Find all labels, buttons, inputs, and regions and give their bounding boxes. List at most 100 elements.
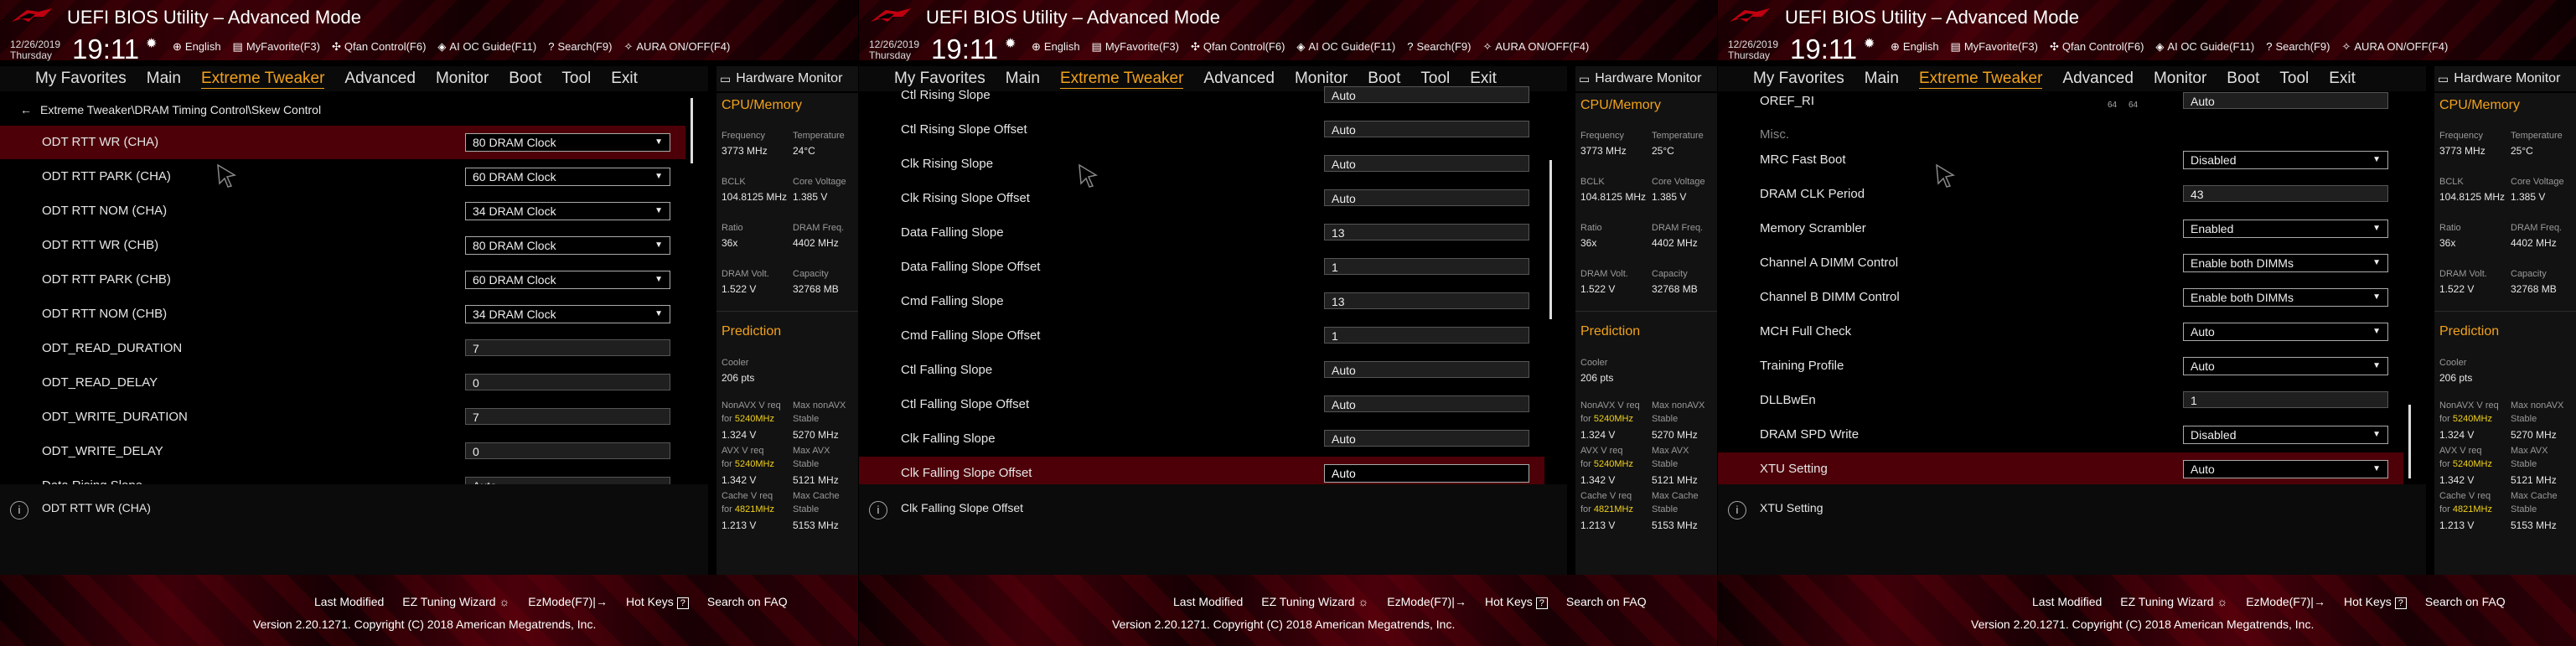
- aura-button[interactable]: ✧ AURA ON/OFF(F4): [623, 40, 730, 54]
- myfavorite-button[interactable]: ▤ MyFavorite(F3): [1092, 40, 1179, 54]
- setting-row[interactable]: MCH Full Check Auto ▼: [1718, 315, 2403, 349]
- setting-input[interactable]: Auto: [1324, 464, 1529, 483]
- setting-dropdown[interactable]: 80 DRAM Clock ▼: [465, 236, 670, 255]
- setting-row[interactable]: Training Profile Auto ▼: [1718, 349, 2403, 383]
- setting-row[interactable]: Clk Rising Slope Auto: [859, 147, 1544, 181]
- breadcrumb[interactable]: ← Extreme Tweaker\DRAM Timing Control\Ske…: [20, 103, 321, 116]
- setting-input[interactable]: Auto: [2183, 92, 2388, 109]
- scrollbar[interactable]: [1549, 160, 1552, 319]
- setting-row[interactable]: Data Falling Slope Offset 1: [859, 251, 1544, 284]
- setting-input[interactable]: 1: [2183, 391, 2388, 408]
- setting-dropdown[interactable]: 80 DRAM Clock ▼: [465, 133, 670, 152]
- myfavorite-button[interactable]: ▤ MyFavorite(F3): [1951, 40, 2038, 54]
- gear-icon[interactable]: ✹: [146, 35, 157, 52]
- setting-row[interactable]: Clk Falling Slope Auto: [859, 422, 1544, 456]
- ez-tuning-wizard-button[interactable]: EZ Tuning Wizard ☼: [402, 595, 510, 609]
- setting-dropdown[interactable]: Auto ▼: [2183, 460, 2388, 478]
- tab-advanced[interactable]: Advanced: [344, 70, 416, 88]
- setting-dropdown[interactable]: Auto ▼: [2183, 323, 2388, 341]
- ezmode-button[interactable]: EzMode(F7)|→: [2246, 595, 2325, 609]
- back-arrow-icon[interactable]: ←: [20, 103, 32, 116]
- setting-row[interactable]: XTU Setting Auto ▼: [1718, 452, 2403, 486]
- search-button[interactable]: ? Search(F9): [2266, 40, 2330, 54]
- setting-input[interactable]: Auto: [1324, 189, 1529, 206]
- setting-dropdown[interactable]: Disabled ▼: [2183, 426, 2388, 444]
- setting-row[interactable]: OREF_RI 64 64 Auto: [1718, 85, 2403, 118]
- last-modified-button[interactable]: Last Modified: [314, 595, 384, 609]
- setting-row[interactable]: DRAM SPD Write Disabled ▼: [1718, 418, 2403, 452]
- setting-row[interactable]: Ctl Falling Slope Auto: [859, 354, 1544, 387]
- setting-input[interactable]: Auto: [1324, 86, 1529, 103]
- setting-input[interactable]: 13: [1324, 292, 1529, 309]
- setting-row[interactable]: ODT RTT NOM (CHA) 34 DRAM Clock ▼: [0, 194, 685, 228]
- setting-input[interactable]: 1: [1324, 258, 1529, 275]
- search-faq-button[interactable]: Search on FAQ: [707, 595, 788, 609]
- setting-row[interactable]: ODT RTT WR (CHB) 80 DRAM Clock ▼: [0, 229, 685, 262]
- setting-dropdown[interactable]: Disabled ▼: [2183, 151, 2388, 169]
- setting-dropdown[interactable]: Enabled ▼: [2183, 220, 2388, 238]
- setting-row[interactable]: ODT RTT PARK (CHB) 60 DRAM Clock ▼: [0, 263, 685, 297]
- setting-row[interactable]: Channel B DIMM Control Enable both DIMMs ▼: [1718, 281, 2403, 314]
- setting-row[interactable]: ODT_WRITE_DELAY 0: [0, 435, 685, 468]
- ez-tuning-wizard-button[interactable]: EZ Tuning Wizard ☼: [1261, 595, 1368, 609]
- setting-input[interactable]: Auto: [1324, 395, 1529, 412]
- tab-boot[interactable]: Boot: [509, 70, 541, 88]
- setting-input[interactable]: 1: [1324, 327, 1529, 344]
- setting-dropdown[interactable]: 60 DRAM Clock ▼: [465, 168, 670, 186]
- search-faq-button[interactable]: Search on FAQ: [1566, 595, 1647, 609]
- setting-dropdown[interactable]: Enable both DIMMs ▼: [2183, 254, 2388, 272]
- aura-button[interactable]: ✧ AURA ON/OFF(F4): [2341, 40, 2448, 54]
- setting-row[interactable]: Data Falling Slope 13: [859, 216, 1544, 250]
- last-modified-button[interactable]: Last Modified: [1173, 595, 1243, 609]
- setting-dropdown[interactable]: 34 DRAM Clock ▼: [465, 305, 670, 323]
- ai-oc-guide-button[interactable]: ◈ AI OC Guide(F11): [2155, 40, 2254, 54]
- myfavorite-button[interactable]: ▤ MyFavorite(F3): [233, 40, 320, 54]
- qfan-control-button[interactable]: ✣ Qfan Control(F6): [2050, 40, 2144, 54]
- setting-row[interactable]: Cmd Falling Slope Offset 1: [859, 319, 1544, 353]
- setting-row[interactable]: Cmd Falling Slope 13: [859, 285, 1544, 318]
- hot-keys-button[interactable]: Hot Keys?: [1485, 595, 1548, 609]
- setting-row[interactable]: ODT RTT PARK (CHA) 60 DRAM Clock ▼: [0, 160, 685, 194]
- setting-input[interactable]: Auto: [1324, 430, 1529, 447]
- scrollbar[interactable]: [2408, 405, 2411, 478]
- setting-row[interactable]: ODT_WRITE_DURATION 7: [0, 401, 685, 434]
- aura-button[interactable]: ✧ AURA ON/OFF(F4): [1482, 40, 1589, 54]
- hot-keys-button[interactable]: Hot Keys?: [2344, 595, 2407, 609]
- qfan-control-button[interactable]: ✣ Qfan Control(F6): [1191, 40, 1285, 54]
- setting-input[interactable]: 13: [1324, 224, 1529, 240]
- setting-row[interactable]: Ctl Rising Slope Auto: [859, 79, 1544, 112]
- setting-input[interactable]: 43: [2183, 185, 2388, 202]
- setting-input[interactable]: 0: [465, 442, 670, 459]
- setting-input[interactable]: Auto: [1324, 361, 1529, 378]
- setting-row[interactable]: Memory Scrambler Enabled ▼: [1718, 212, 2403, 245]
- tab-exit[interactable]: Exit: [611, 70, 638, 88]
- tab-tool[interactable]: Tool: [561, 70, 591, 88]
- setting-dropdown[interactable]: Enable both DIMMs ▼: [2183, 288, 2388, 307]
- tab-main[interactable]: Main: [147, 70, 181, 88]
- setting-row[interactable]: ODT RTT WR (CHA) 80 DRAM Clock ▼: [0, 126, 685, 159]
- setting-row[interactable]: Ctl Rising Slope Offset Auto: [859, 113, 1544, 147]
- setting-input[interactable]: Auto: [1324, 155, 1529, 172]
- setting-row[interactable]: DRAM CLK Period 43: [1718, 178, 2403, 211]
- ai-oc-guide-button[interactable]: ◈ AI OC Guide(F11): [437, 40, 536, 54]
- gear-icon[interactable]: ✹: [1864, 35, 1875, 52]
- ezmode-button[interactable]: EzMode(F7)|→: [1387, 595, 1466, 609]
- language-button[interactable]: ⊕ English: [1032, 40, 1080, 54]
- setting-input[interactable]: 7: [465, 408, 670, 425]
- setting-row[interactable]: ODT RTT NOM (CHB) 34 DRAM Clock ▼: [0, 297, 685, 331]
- setting-row[interactable]: Clk Rising Slope Offset Auto: [859, 182, 1544, 215]
- language-button[interactable]: ⊕ English: [1891, 40, 1939, 54]
- setting-row[interactable]: ODT_READ_DELAY 0: [0, 366, 685, 400]
- last-modified-button[interactable]: Last Modified: [2032, 595, 2102, 609]
- scrollbar[interactable]: [691, 98, 693, 163]
- setting-dropdown[interactable]: Auto ▼: [2183, 357, 2388, 375]
- setting-row[interactable]: MRC Fast Boot Disabled ▼: [1718, 143, 2403, 177]
- tab-extreme-tweaker[interactable]: Extreme Tweaker: [200, 70, 325, 89]
- setting-row[interactable]: DLLBwEn 1: [1718, 384, 2403, 417]
- setting-input[interactable]: Auto: [1324, 121, 1529, 137]
- search-button[interactable]: ? Search(F9): [1407, 40, 1471, 54]
- gear-icon[interactable]: ✹: [1005, 35, 1016, 52]
- hot-keys-button[interactable]: Hot Keys?: [626, 595, 689, 609]
- setting-dropdown[interactable]: 34 DRAM Clock ▼: [465, 202, 670, 220]
- setting-row[interactable]: ODT_READ_DURATION 7: [0, 332, 685, 365]
